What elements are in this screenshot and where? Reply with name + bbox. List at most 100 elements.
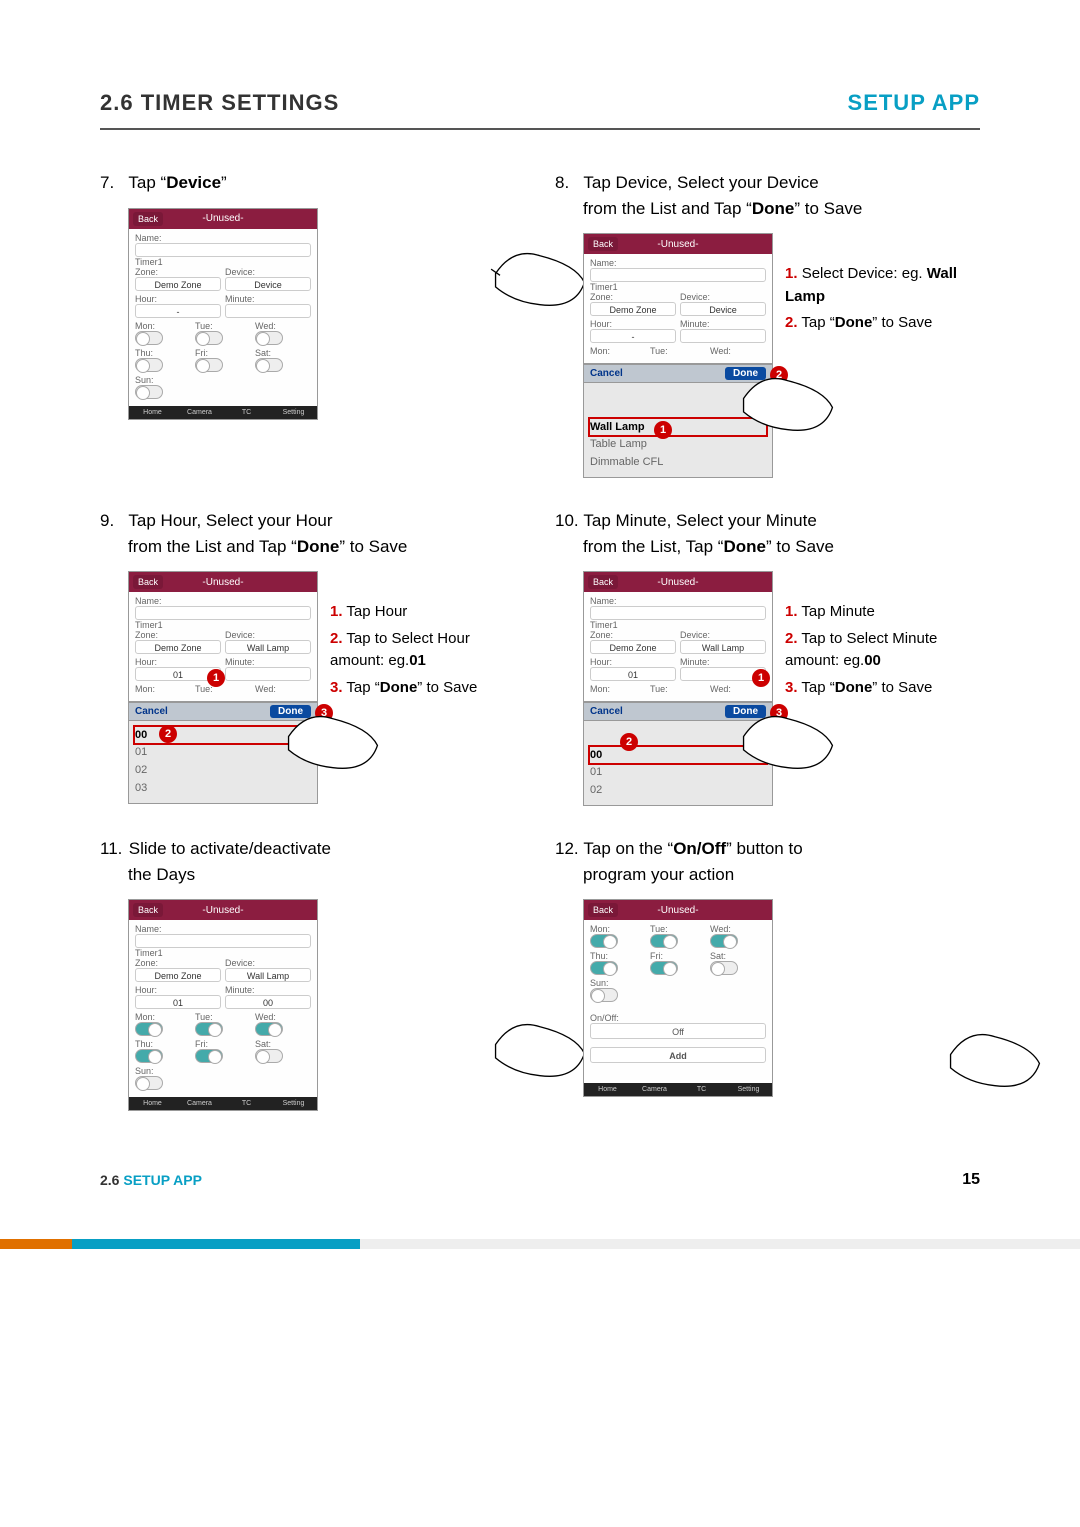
minute-field[interactable] (225, 667, 311, 681)
toggle-wed[interactable] (710, 934, 738, 948)
nav-home-icon[interactable]: Home (129, 1100, 176, 1107)
device-field[interactable]: Wall Lamp (225, 968, 311, 982)
zone-label: Zone: (590, 292, 676, 302)
section-title: 2.6 TIMER SETTINGS (100, 90, 339, 116)
picker-done[interactable]: Done (725, 705, 766, 718)
toggle-sun[interactable] (590, 988, 618, 1002)
toggle-fri[interactable] (195, 358, 223, 372)
toggle-sun[interactable] (135, 385, 163, 399)
toggle-thu[interactable] (135, 1049, 163, 1063)
zone-field[interactable]: Demo Zone (135, 277, 221, 291)
nav-setting-icon[interactable]: Setting (725, 1086, 772, 1093)
toggle-mon[interactable] (135, 331, 163, 345)
step-8-line1: Tap Device, Select your Device (583, 173, 818, 192)
device-label: Device: (225, 267, 311, 277)
toggle-wed[interactable] (255, 331, 283, 345)
name-field[interactable] (590, 268, 766, 282)
toggle-tue[interactable] (195, 331, 223, 345)
nav-camera-icon[interactable]: Camera (176, 1100, 223, 1107)
nav-tc-icon[interactable]: TC (678, 1086, 725, 1093)
toggle-thu[interactable] (135, 358, 163, 372)
zone-field[interactable]: Demo Zone (590, 302, 676, 316)
day-mon: Mon: (135, 684, 191, 694)
hour-field[interactable]: - (590, 329, 676, 343)
device-picker: Cancel Done2 Wall Lamp 1 Table Lamp Dimm… (584, 363, 772, 477)
add-button[interactable]: Add (590, 1047, 766, 1063)
toggle-sat[interactable] (255, 358, 283, 372)
back-button[interactable]: Back (133, 903, 163, 917)
nav-camera-icon[interactable]: Camera (176, 409, 223, 416)
device-field[interactable]: Wall Lamp (225, 640, 311, 654)
hour-field[interactable]: 01 (590, 667, 676, 681)
name-field[interactable] (135, 934, 311, 948)
picker-item-wall-lamp[interactable]: Wall Lamp (588, 417, 768, 437)
hour-picker: Cancel Done3 00 2 01 02 03 (129, 701, 317, 803)
setup-app-label: SETUP APP (848, 90, 980, 116)
toggle-mon[interactable] (135, 1022, 163, 1036)
step-10-callouts: 1. Tap Minute 2. Tap to Select Minute am… (785, 571, 980, 703)
onoff-button[interactable]: Off (590, 1023, 766, 1039)
hour-field[interactable]: 01 (135, 995, 221, 1009)
nav-tc-icon[interactable]: TC (223, 1100, 270, 1107)
nav-tc-icon[interactable]: TC (223, 409, 270, 416)
device-field[interactable]: Device (680, 302, 766, 316)
zone-field[interactable]: Demo Zone (135, 640, 221, 654)
c3t: Tap “ (346, 679, 379, 696)
day-sun: Sun: (135, 375, 311, 385)
day-wed: Wed: (255, 1012, 311, 1022)
minute-field[interactable] (680, 329, 766, 343)
callout-badge-2: 2 (159, 725, 177, 743)
toggle-tue[interactable] (195, 1022, 223, 1036)
toggle-mon[interactable] (590, 934, 618, 948)
picker-done[interactable]: Done (270, 705, 311, 718)
nav-camera-icon[interactable]: Camera (631, 1086, 678, 1093)
picker-item-01[interactable]: 01 (135, 743, 311, 761)
toggle-thu[interactable] (590, 961, 618, 975)
device-field[interactable]: Wall Lamp (680, 640, 766, 654)
step-11-instruction: 11. Slide to activate/deactivate the Day… (100, 836, 525, 887)
back-button[interactable]: Back (588, 237, 618, 251)
minute-label: Minute: (680, 319, 766, 329)
nav-home-icon[interactable]: Home (129, 409, 176, 416)
c2b: 01 (409, 652, 426, 669)
phone-mock-11: Back-Unused- Name: Timer1 Zone:Demo Zone… (128, 899, 318, 1111)
toggle-sat[interactable] (710, 961, 738, 975)
nav-setting-icon[interactable]: Setting (270, 1100, 317, 1107)
c3n: 3. (785, 679, 798, 696)
name-field[interactable] (135, 606, 311, 620)
toggle-tue[interactable] (650, 934, 678, 948)
picker-cancel[interactable]: Cancel (590, 706, 623, 717)
zone-field[interactable]: Demo Zone (135, 968, 221, 982)
nav-setting-icon[interactable]: Setting (270, 409, 317, 416)
picker-cancel[interactable]: Cancel (135, 706, 168, 717)
day-sat: Sat: (255, 1039, 311, 1049)
minute-field[interactable] (225, 304, 311, 318)
toggle-sun[interactable] (135, 1076, 163, 1090)
picker-item-02[interactable]: 02 (590, 781, 766, 799)
toggle-wed[interactable] (255, 1022, 283, 1036)
picker-item-03[interactable]: 03 (135, 779, 311, 797)
picker-item-01[interactable]: 01 (590, 763, 766, 781)
nav-home-icon[interactable]: Home (584, 1086, 631, 1093)
c1n: 1. (330, 603, 343, 620)
picker-item-table-lamp[interactable]: Table Lamp (590, 435, 766, 453)
picker-cancel[interactable]: Cancel (590, 368, 623, 379)
name-field[interactable] (135, 243, 311, 257)
back-button[interactable]: Back (133, 212, 163, 226)
picker-item-00[interactable]: 00 (588, 745, 768, 765)
name-field[interactable] (590, 606, 766, 620)
picker-done[interactable]: Done (725, 367, 766, 380)
hour-field[interactable]: - (135, 304, 221, 318)
zone-field[interactable]: Demo Zone (590, 640, 676, 654)
step-7-text-pre: Tap “ (128, 173, 166, 192)
back-button[interactable]: Back (588, 575, 618, 589)
minute-field[interactable]: 00 (225, 995, 311, 1009)
device-field[interactable]: Device (225, 277, 311, 291)
picker-item-dimmable-cfl[interactable]: Dimmable CFL (590, 453, 766, 471)
toggle-fri[interactable] (195, 1049, 223, 1063)
toggle-fri[interactable] (650, 961, 678, 975)
back-button[interactable]: Back (133, 575, 163, 589)
picker-item-02[interactable]: 02 (135, 761, 311, 779)
back-button[interactable]: Back (588, 903, 618, 917)
toggle-sat[interactable] (255, 1049, 283, 1063)
